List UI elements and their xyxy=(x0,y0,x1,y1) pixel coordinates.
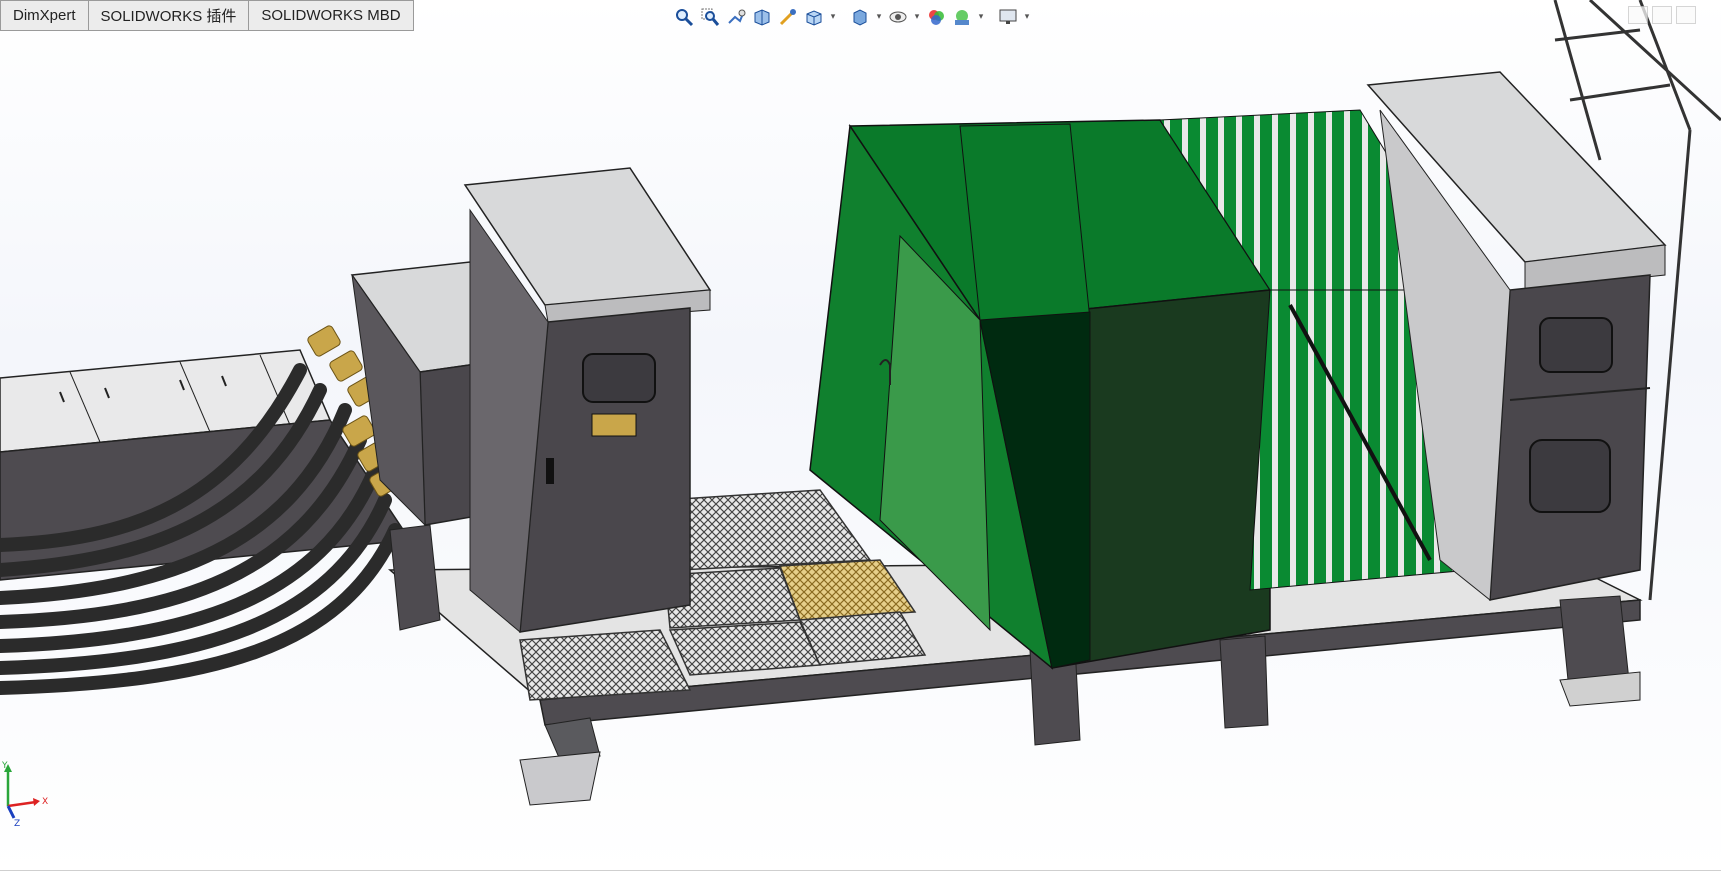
section-view-icon[interactable] xyxy=(750,5,774,29)
reference-triad: Y X Z xyxy=(1,761,48,828)
restore-window-icon[interactable] xyxy=(1652,6,1672,24)
view-settings-icon[interactable] xyxy=(996,5,1020,29)
view-orientation-dropdown[interactable]: ▾ xyxy=(828,5,838,29)
display-style-icon[interactable] xyxy=(848,5,872,29)
graphics-area[interactable] xyxy=(0,0,1721,874)
previous-view-icon[interactable] xyxy=(724,5,748,29)
triad-x-label: X xyxy=(42,797,48,807)
apply-scene-dropdown[interactable]: ▾ xyxy=(976,5,986,29)
close-window-icon[interactable] xyxy=(1676,6,1696,24)
minimize-window-icon[interactable] xyxy=(1628,6,1648,24)
control-cabinet-left xyxy=(463,167,712,633)
zoom-to-fit-icon[interactable] xyxy=(672,5,696,29)
hide-show-items-icon[interactable] xyxy=(886,5,910,29)
view-tools-icon[interactable] xyxy=(776,5,800,29)
triad-y-label: Y xyxy=(1,761,8,771)
tab-solidworks-mbd[interactable]: SOLIDWORKS MBD xyxy=(249,1,413,30)
view-orientation-icon[interactable] xyxy=(802,5,826,29)
command-manager-tabs: DimXpert SOLIDWORKS 插件 SOLIDWORKS MBD xyxy=(0,0,414,31)
tab-solidworks-addins[interactable]: SOLIDWORKS 插件 xyxy=(88,1,250,30)
tab-dimxpert[interactable]: DimXpert xyxy=(1,1,89,30)
triad-z-label: Z xyxy=(14,819,20,828)
display-style-dropdown[interactable]: ▾ xyxy=(874,5,884,29)
edit-appearance-icon[interactable] xyxy=(924,5,948,29)
heads-up-view-toolbar: ▾ ▾ ▾ ▾ ▾ xyxy=(672,4,1032,30)
view-settings-dropdown[interactable]: ▾ xyxy=(1022,5,1032,29)
model-view[interactable] xyxy=(0,0,1721,874)
status-divider xyxy=(0,870,1721,871)
hide-show-dropdown[interactable]: ▾ xyxy=(912,5,922,29)
apply-scene-icon[interactable] xyxy=(950,5,974,29)
zoom-to-area-icon[interactable] xyxy=(698,5,722,29)
